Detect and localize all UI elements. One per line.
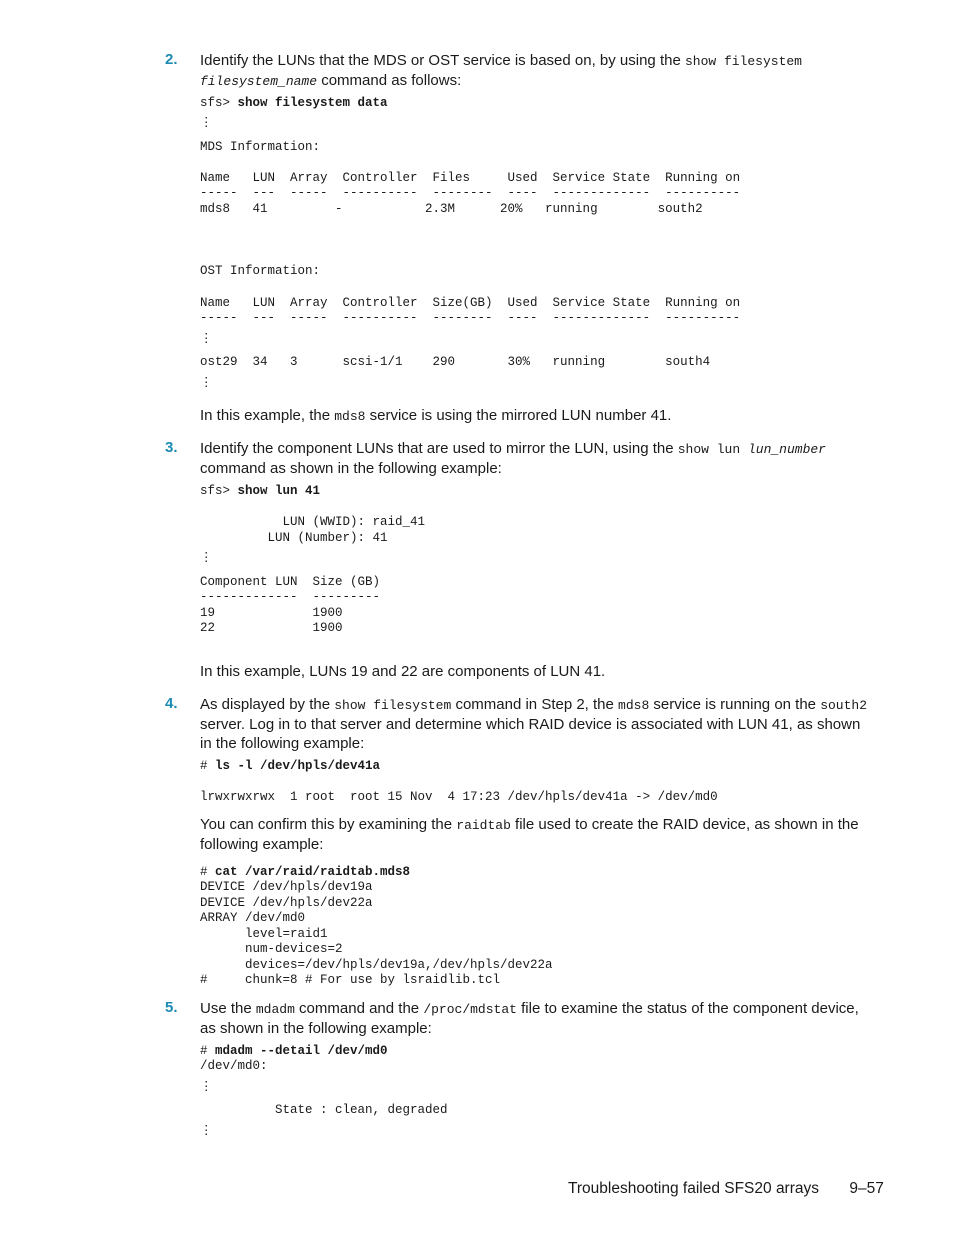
document-page: 2. Identify the LUNs that the MDS or OST… [0, 0, 954, 1235]
inline-code-italic: filesystem_name [200, 74, 318, 89]
command: show filesystem data [237, 96, 388, 110]
step-3-intro: Identify the component LUNs that are use… [200, 439, 875, 478]
footer-section-title: Troubleshooting failed SFS20 arrays [568, 1180, 820, 1197]
ellipsis: ⋮ [200, 1080, 213, 1094]
inline-code: show lun [677, 442, 748, 457]
inline-code: south2 [820, 698, 868, 713]
step-3-note: In this example, LUNs 19 and 22 are comp… [200, 663, 606, 680]
component-table-rule: ------------- --------- [200, 590, 381, 604]
component-table-row: 22 1900 [200, 621, 343, 635]
text: command and the [294, 1000, 424, 1017]
command: cat /var/raid/raidtab.mds8 [215, 865, 411, 879]
step-number: 3. [165, 439, 178, 456]
inline-code: show filesystem [684, 54, 802, 69]
code-command-show-filesystem: sfs> show filesystem data [200, 96, 388, 112]
ost-table-row: ost29 34 3 scsi-1/1 290 30% running sout… [200, 355, 711, 369]
inline-code: raidtab [456, 818, 511, 833]
code-command-mdadm: # mdadm --detail /dev/md0 [200, 1044, 388, 1060]
raidtab-line: devices=/dev/hpls/dev19a,/dev/hpls/dev22… [200, 958, 553, 972]
text: server. Log in to that server and determ… [200, 716, 861, 752]
text: command as follows: [317, 72, 462, 89]
raidtab-line: level=raid1 [200, 927, 328, 941]
inline-code: mdadm [255, 1002, 295, 1017]
lun-number-line: LUN (Number): 41 [200, 531, 388, 545]
step-2-intro: Identify the LUNs that the MDS or OST se… [200, 51, 875, 91]
prompt: sfs> [200, 96, 238, 110]
ls-output: lrwxrwxrwx 1 root root 15 Nov 4 17:23 /d… [200, 790, 718, 804]
text: service is using the mirrored LUN number… [365, 407, 672, 424]
code-command-show-lun: sfs> show lun 41 [200, 484, 320, 500]
text: command as shown in the following exampl… [200, 460, 502, 477]
lun-wwid-line: LUN (WWID): raid_41 [200, 515, 426, 529]
component-table-row: 19 1900 [200, 606, 343, 620]
text: command in Step 2, the [451, 696, 619, 713]
step-4-intro: As displayed by the show filesystem comm… [200, 695, 875, 753]
inline-code-italic: lun_number [747, 442, 826, 457]
prompt: # [200, 865, 216, 879]
raidtab-line: ARRAY /dev/md0 [200, 911, 306, 925]
step-5-intro: Use the mdadm command and the /proc/mdst… [200, 999, 875, 1038]
step-number: 5. [165, 999, 178, 1016]
ost-heading: OST Information: [200, 264, 321, 278]
raidtab-line: DEVICE /dev/hpls/dev22a [200, 896, 373, 910]
mdadm-output-device: /dev/md0: [200, 1059, 268, 1073]
raidtab-line: num-devices=2 [200, 942, 343, 956]
ellipsis: ⋮ [200, 551, 213, 565]
step-number: 2. [165, 51, 178, 68]
prompt: # [200, 1044, 216, 1058]
text: service is running on the [649, 696, 821, 713]
ost-table-rule: ----- --- ----- ---------- -------- ----… [200, 311, 741, 325]
mds-table-rule: ----- --- ----- ---------- -------- ----… [200, 186, 741, 200]
step-2-note: In this example, the mds8 service is usi… [200, 406, 875, 426]
raidtab-line: DEVICE /dev/hpls/dev19a [200, 880, 373, 894]
component-table-header: Component LUN Size (GB) [200, 575, 381, 589]
code-command-cat: # cat /var/raid/raidtab.mds8 [200, 865, 410, 881]
mds-table-header: Name LUN Array Controller Files Used Ser… [200, 171, 741, 185]
step-4-confirm: You can confirm this by examining the ra… [200, 815, 875, 854]
command: mdadm --detail /dev/md0 [215, 1044, 388, 1058]
text: Use the [200, 1000, 256, 1017]
ellipsis: ⋮ [200, 332, 213, 346]
mdadm-state-line: State : clean, degraded [200, 1103, 448, 1117]
prompt: # [200, 759, 216, 773]
ellipsis: ⋮ [200, 116, 213, 130]
page-footer: Troubleshooting failed SFS20 arrays 9–57 [568, 1180, 884, 1198]
inline-code: mds8 [334, 409, 366, 424]
command: show lun 41 [237, 484, 321, 498]
command: ls -l /dev/hpls/dev41a [215, 759, 381, 773]
text: As displayed by the [200, 696, 335, 713]
step-number: 4. [165, 695, 178, 712]
text: Identify the component LUNs that are use… [200, 440, 678, 457]
text: In this example, the [200, 407, 335, 424]
ost-table-header: Name LUN Array Controller Size(GB) Used … [200, 296, 741, 310]
ellipsis: ⋮ [200, 1124, 213, 1138]
mds-heading: MDS Information: [200, 140, 321, 154]
inline-code: mds8 [618, 698, 650, 713]
text: Identify the LUNs that the MDS or OST se… [200, 52, 685, 69]
ellipsis: ⋮ [200, 376, 213, 390]
prompt: sfs> [200, 484, 238, 498]
inline-code: /proc/mdstat [423, 1002, 517, 1017]
raidtab-line: # chunk=8 # For use by lsraidlib.tcl [200, 973, 501, 987]
footer-page-number: 9–57 [849, 1180, 884, 1197]
text: You can confirm this by examining the [200, 816, 457, 833]
inline-code: show filesystem [334, 698, 452, 713]
mds-table-row: mds8 41 - 2.3M 20% running south2 [200, 202, 703, 216]
code-command-ls: # ls -l /dev/hpls/dev41a [200, 759, 380, 775]
